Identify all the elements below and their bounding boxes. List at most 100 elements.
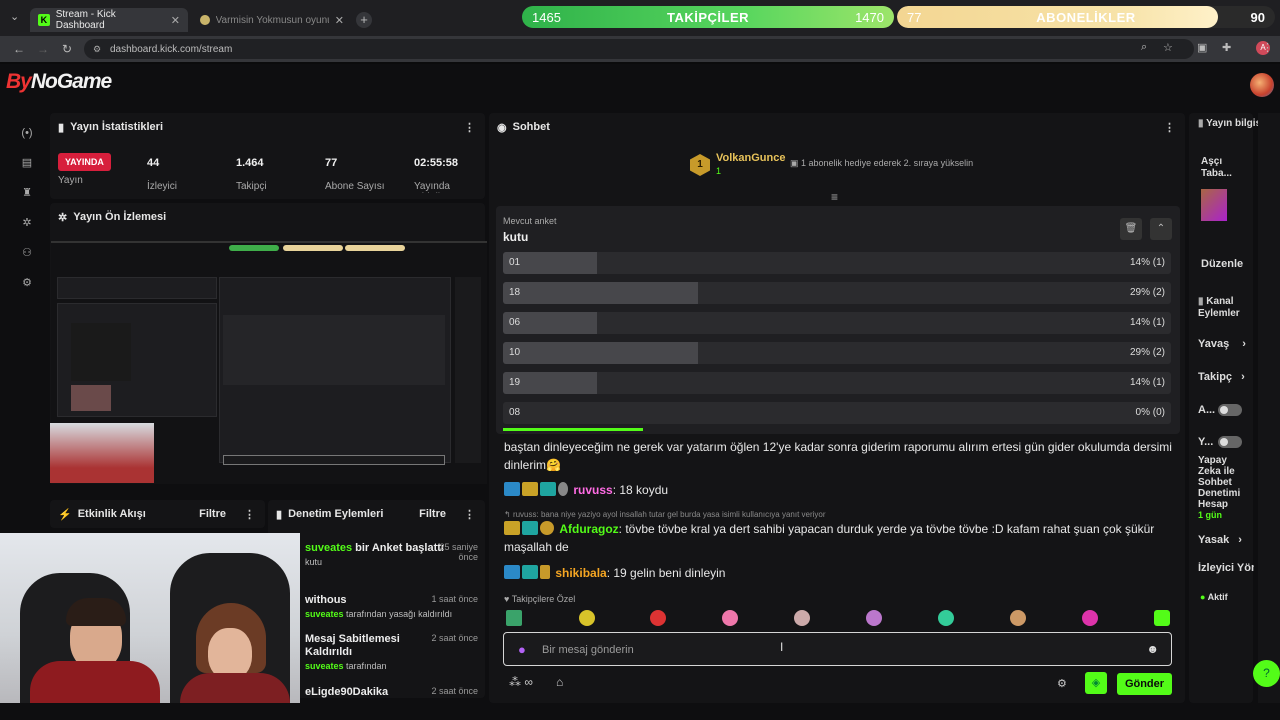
browser-tab-game[interactable]: Varmisin Yokmusun oyunu oy... ✕ — [192, 8, 352, 32]
stat-viewers: 44 İzleyici — [147, 157, 177, 192]
delete-poll-icon[interactable]: 🗑 — [1120, 218, 1142, 240]
more-vert-icon[interactable]: ⋮ — [1262, 41, 1273, 54]
poll-option[interactable]: 18 29% (2) — [503, 282, 1171, 304]
pinned-user[interactable]: VolkanGunce — [716, 152, 785, 164]
emote-icon[interactable] — [1082, 610, 1098, 626]
poll-option[interactable]: 08 0% (0) — [503, 402, 1171, 424]
ai-moderation-item[interactable]: Yapay Zeka ile Sohbet Denetimi Hesap 1 gü… — [1198, 455, 1240, 521]
collapse-poll-icon[interactable]: ⌃ — [1150, 218, 1172, 240]
edit-button[interactable]: Düzenle — [1201, 258, 1243, 270]
trophy-icon[interactable]: ♜ — [12, 178, 42, 208]
moderation-filter-button[interactable]: Filtre — [419, 508, 446, 520]
support-chat-icon[interactable]: ? — [1253, 660, 1280, 687]
settings-icon[interactable]: ⚙ — [12, 268, 42, 298]
chat-bubble-icon: ◉ — [497, 121, 507, 134]
sub-badge-icon — [522, 565, 538, 579]
emoji-icon[interactable]: ☻ — [1146, 642, 1159, 656]
poll-label: Mevcut anket — [503, 216, 557, 226]
message-user[interactable]: Afduragoz — [559, 522, 618, 536]
poll-option-label: 18 — [509, 287, 521, 298]
emote-icon[interactable] — [506, 610, 522, 626]
chart-icon[interactable]: ▤ — [12, 148, 42, 178]
activity-filter-button[interactable]: Filtre — [199, 508, 226, 520]
site-info-icon[interactable]: ⚙ — [93, 44, 101, 55]
emote-icon[interactable] — [579, 610, 595, 626]
emote-icon[interactable] — [650, 610, 666, 626]
poll-option[interactable]: 19 14% (1) — [503, 372, 1171, 394]
chat-mode-icons[interactable]: ⁂ ∞ — [509, 675, 533, 689]
send-button[interactable]: Gönder — [1117, 673, 1172, 695]
mic-icon[interactable]: ● — [518, 642, 526, 657]
message-user[interactable]: ruvuss — [573, 483, 612, 497]
chat-settings-icon[interactable]: ⚙ — [1057, 677, 1067, 690]
moderation-title: Denetim Eylemleri — [288, 508, 384, 520]
user-avatar[interactable] — [1250, 73, 1274, 97]
bookmark-star-icon[interactable]: ☆ — [1163, 41, 1173, 54]
kick-app-icon[interactable]: ◈ — [1085, 672, 1107, 694]
followers-only-notice: ♥ Takipçilere Özel — [504, 594, 576, 604]
pinned-gift-leaderboard: 1 VolkanGunce 1 ▣ 1 abonelik hediye eder… — [690, 152, 1090, 178]
emote-icon[interactable] — [1010, 610, 1026, 626]
poll-option[interactable]: 10 29% (2) — [503, 342, 1171, 364]
emote-icon[interactable] — [722, 610, 738, 626]
y-mode-toggle[interactable] — [1218, 436, 1242, 448]
followers-mode-item[interactable]: Takipç › — [1198, 371, 1245, 383]
users-icon[interactable]: ⚇ — [12, 238, 42, 268]
poll-option[interactable]: 06 14% (1) — [503, 312, 1171, 334]
tab-search-icon[interactable]: ⌄ — [10, 10, 24, 24]
stat-label: İzleyici — [147, 181, 178, 192]
stat-label: Takipçi — [236, 181, 267, 192]
reload-icon[interactable]: ↻ — [56, 42, 78, 56]
emote-icon[interactable] — [794, 610, 810, 626]
mod-user[interactable]: suveates — [305, 542, 352, 554]
mod-time: 1 saat önce — [431, 594, 478, 604]
gifter-badge-icon — [540, 521, 554, 535]
address-bar[interactable]: ⚙ dashboard.kick.com/stream — [84, 39, 1194, 59]
close-tab-icon[interactable]: ✕ — [171, 14, 180, 27]
lightning-icon: ⚡ — [58, 508, 72, 521]
cast-icon[interactable]: ▣ — [1197, 41, 1207, 54]
back-arrow-icon[interactable]: ← — [8, 42, 30, 56]
collapse-pinned-icon[interactable]: ≡ — [831, 190, 838, 204]
forward-arrow-icon[interactable]: → — [32, 42, 54, 56]
poll-option-percent: 14% (1) — [1129, 317, 1165, 328]
poll-option-label: 08 — [509, 407, 521, 418]
more-vert-icon[interactable]: ⋮ — [464, 121, 475, 134]
more-vert-icon[interactable]: ⋮ — [244, 508, 255, 521]
stream-icon[interactable]: (•) — [12, 118, 42, 148]
browser-tab-title: Stream - Kick Dashboard — [55, 9, 116, 31]
followers-goal-target: 1470 — [855, 9, 884, 25]
mod-user[interactable]: suveates — [305, 609, 344, 619]
close-tab-icon[interactable]: ✕ — [335, 14, 344, 27]
emote-icon[interactable] — [1154, 610, 1170, 626]
poll-option-percent: 0% (0) — [1135, 407, 1165, 418]
bug-icon[interactable]: ✲ — [12, 208, 42, 238]
ban-item[interactable]: Yasak › — [1198, 534, 1242, 546]
extensions-icon[interactable]: ✚ — [1222, 41, 1231, 54]
y-mode-item: Y... — [1198, 436, 1213, 448]
slow-mode-item[interactable]: Yavaş › — [1198, 338, 1246, 350]
poll-option-label: 06 — [509, 317, 521, 328]
zoom-icon[interactable]: ⌕ — [1141, 41, 1147, 54]
logo-part-1: By — [6, 70, 32, 93]
stats-title: Yayın İstatistikleri — [70, 121, 163, 133]
poll-option[interactable]: 01 14% (1) — [503, 252, 1171, 274]
pinned-text-label: 1 abonelik hediye ederek 2. sıraya yükse… — [801, 158, 974, 168]
mod-user[interactable]: suveates — [305, 661, 344, 671]
stat-subs: 77 Abone Sayısı — [325, 157, 384, 193]
new-tab-button[interactable]: + — [356, 12, 372, 28]
message-user[interactable]: shikibala — [555, 566, 606, 580]
stat-label: Yayında Olduğu Süre — [414, 181, 470, 193]
more-vert-icon[interactable]: ⋮ — [1164, 121, 1175, 134]
channel-logo: ByNoGame — [6, 70, 112, 94]
chat-input[interactable]: ● Bir mesaj gönderin I ☻ — [503, 632, 1172, 666]
emote-icon[interactable] — [866, 610, 882, 626]
followers-mode-label: Takipç — [1198, 371, 1233, 383]
browser-tab-kick[interactable]: K Stream - Kick Dashboard ✕ — [30, 8, 188, 32]
mod-detail: tarafından — [343, 661, 387, 671]
a-mode-toggle[interactable] — [1218, 404, 1242, 416]
viewer-manage-item[interactable]: İzleyici Yön — [1198, 562, 1254, 574]
store-icon[interactable]: ⌂ — [556, 675, 563, 689]
emote-icon[interactable] — [938, 610, 954, 626]
more-vert-icon[interactable]: ⋮ — [464, 508, 475, 521]
